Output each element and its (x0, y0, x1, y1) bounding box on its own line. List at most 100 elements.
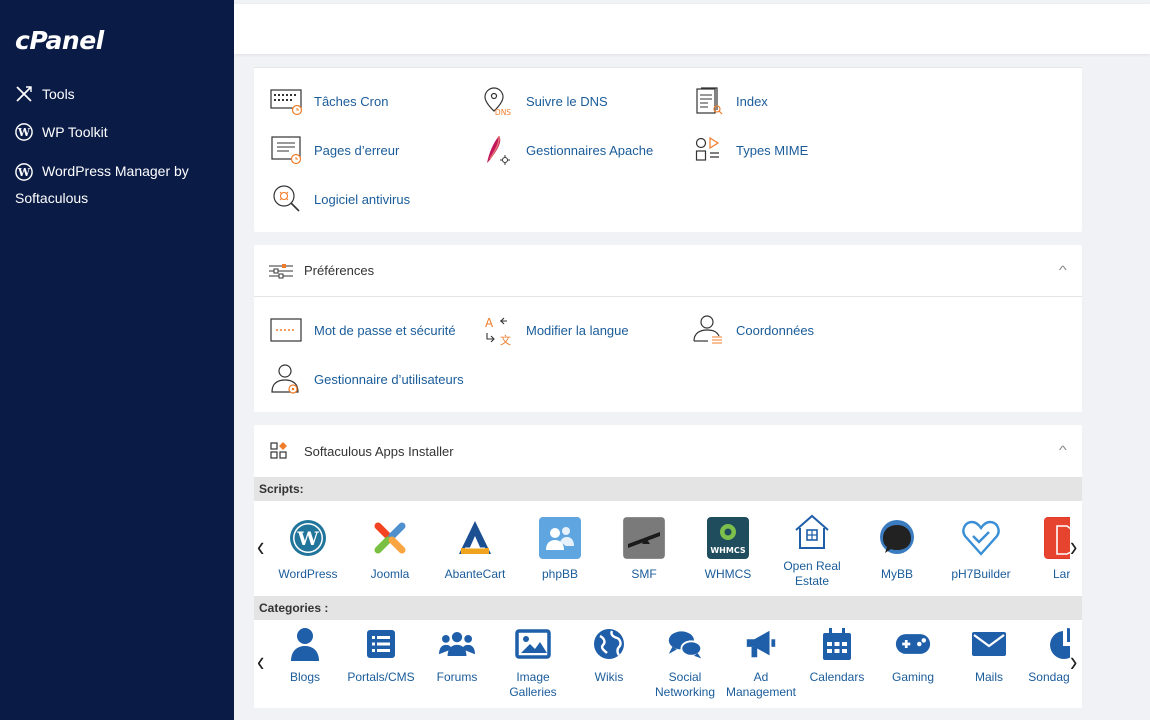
mybb-logo-icon (876, 517, 918, 559)
svg-text:文: 文 (500, 333, 511, 347)
user-icon (287, 626, 323, 662)
laravel-logo-icon (1044, 517, 1070, 559)
real-estate-logo-icon (791, 513, 833, 553)
script-phpbb[interactable]: phpBB (522, 517, 598, 581)
sidebar-item-tools[interactable]: Tools (15, 81, 75, 107)
tool-antivirus[interactable]: Logiciel antivirus (268, 181, 410, 217)
preferences-panel: Préférences ^ Mot de passe et sécurité A… (254, 245, 1082, 412)
category-portals-cms[interactable]: Portals/CMS (343, 626, 419, 685)
comments-icon (667, 626, 703, 662)
sliders-icon (268, 260, 296, 282)
category-blogs[interactable]: Blogs (272, 626, 343, 685)
script-ph7builder[interactable]: pH7Builder (943, 517, 1019, 581)
bullhorn-icon (743, 626, 779, 662)
category-ad-management[interactable]: Ad Management (723, 626, 799, 700)
sidebar-item-label: W WordPress Manager by Softaculous (15, 162, 189, 206)
tool-error-pages[interactable]: Pages d’erreur (268, 132, 399, 168)
script-abantecart[interactable]: AbanteCart (437, 517, 513, 581)
antivirus-icon (268, 181, 304, 217)
preferences-header[interactable]: Préférences ^ (254, 245, 1082, 297)
svg-text:WHMCS: WHMCS (710, 546, 746, 555)
svg-text:W: W (296, 528, 319, 550)
cron-icon (268, 83, 304, 119)
category-mails[interactable]: Mails (951, 626, 1027, 685)
advanced-panel: Tâches Cron DNS Suivre le DNS Index Page… (254, 67, 1082, 232)
wordpress-icon: W (15, 162, 37, 182)
softaculous-title: Softaculous Apps Installer (304, 443, 454, 459)
category-calendars[interactable]: Calendars (799, 626, 875, 685)
password-icon (268, 312, 304, 348)
softaculous-icon (268, 440, 296, 462)
globe-icon (591, 626, 627, 662)
category-social-networking[interactable]: Social Networking (647, 626, 723, 700)
tool-change-language[interactable]: A文 Modifier la langue (480, 312, 629, 348)
chevron-up-icon[interactable]: ^ (1059, 443, 1067, 457)
svg-text:W: W (17, 126, 31, 139)
category-image-galleries[interactable]: Image Galleries (495, 626, 571, 700)
sidebar: cPanel Tools W WP Toolkit W WordPress Ma… (0, 0, 234, 720)
sidebar-item-wordpress-manager[interactable]: W WordPress Manager by Softaculous (15, 158, 215, 212)
categories-carousel: Blogs Portals/CMS Forums Image Galleries… (272, 622, 1070, 708)
pie-chart-icon (1047, 626, 1070, 662)
script-open-real-estate[interactable]: Open Real Estate (774, 513, 850, 589)
tools-icon (15, 81, 37, 107)
category-polls[interactable]: Sondag analy (1027, 626, 1070, 685)
tool-cron-jobs[interactable]: Tâches Cron (268, 83, 388, 119)
scripts-next-arrow[interactable]: › (1070, 530, 1077, 564)
script-joomla[interactable]: Joomla (352, 517, 428, 581)
script-smf[interactable]: SMF (606, 517, 682, 581)
dns-icon: DNS (480, 83, 516, 119)
mime-icon (690, 132, 726, 168)
tool-mime-types[interactable]: Types MIME (690, 132, 808, 168)
script-whmcs[interactable]: WHMCS WHMCS (690, 517, 766, 581)
gamepad-icon (895, 626, 931, 662)
preferences-title: Préférences (304, 263, 375, 278)
ph7builder-logo-icon (960, 517, 1002, 559)
language-icon: A文 (480, 312, 516, 348)
wordpress-icon: W (15, 119, 37, 145)
scripts-label: Scripts: (254, 477, 1082, 501)
list-icon (363, 626, 399, 662)
category-forums[interactable]: Forums (419, 626, 495, 685)
error-pages-icon (268, 132, 304, 168)
smf-logo-icon (623, 517, 665, 559)
svg-text:W: W (17, 166, 31, 179)
tool-password-security[interactable]: Mot de passe et sécurité (268, 312, 456, 348)
chevron-up-icon[interactable]: ^ (1059, 263, 1067, 277)
users-icon (439, 626, 475, 662)
calendar-icon (819, 626, 855, 662)
svg-text:DNS: DNS (495, 108, 511, 117)
softaculous-panel: Softaculous Apps Installer ^ Scripts: ‹ … (254, 425, 1082, 708)
tool-user-manager[interactable]: Gestionnaire d’utilisateurs (268, 361, 464, 397)
category-gaming[interactable]: Gaming (875, 626, 951, 685)
tool-index[interactable]: Index (690, 83, 768, 119)
apache-feather-icon (480, 132, 516, 168)
envelope-icon (971, 626, 1007, 662)
sidebar-item-label: WP Toolkit (42, 124, 108, 140)
wordpress-logo-icon: W (287, 517, 329, 559)
joomla-logo-icon (369, 517, 411, 559)
script-lara[interactable]: Lara (1027, 517, 1070, 581)
contact-icon (690, 312, 726, 348)
image-icon (515, 626, 551, 662)
index-icon (690, 83, 726, 119)
sidebar-item-wp-toolkit[interactable]: W WP Toolkit (15, 119, 108, 145)
categories-next-arrow[interactable]: › (1070, 645, 1077, 679)
category-wikis[interactable]: Wikis (571, 626, 647, 685)
user-manager-icon (268, 361, 304, 397)
scripts-prev-arrow[interactable]: ‹ (257, 530, 264, 564)
phpbb-logo-icon (539, 517, 581, 559)
script-wordpress[interactable]: W WordPress (272, 517, 346, 581)
tool-contact-info[interactable]: Coordonnées (690, 312, 814, 348)
sidebar-item-label: Tools (42, 86, 75, 102)
cpanel-logo[interactable]: cPanel (15, 26, 104, 55)
tool-track-dns[interactable]: DNS Suivre le DNS (480, 83, 608, 119)
softaculous-header[interactable]: Softaculous Apps Installer ^ (254, 425, 1082, 477)
tool-apache-handlers[interactable]: Gestionnaires Apache (480, 132, 653, 168)
whmcs-logo-icon: WHMCS (707, 517, 749, 559)
categories-prev-arrow[interactable]: ‹ (257, 645, 264, 679)
abantecart-logo-icon (454, 517, 496, 559)
svg-text:A: A (485, 316, 494, 330)
scripts-carousel: W WordPress Joomla AbanteCart phpBB SMF … (272, 513, 1070, 595)
script-mybb[interactable]: MyBB (859, 517, 935, 581)
